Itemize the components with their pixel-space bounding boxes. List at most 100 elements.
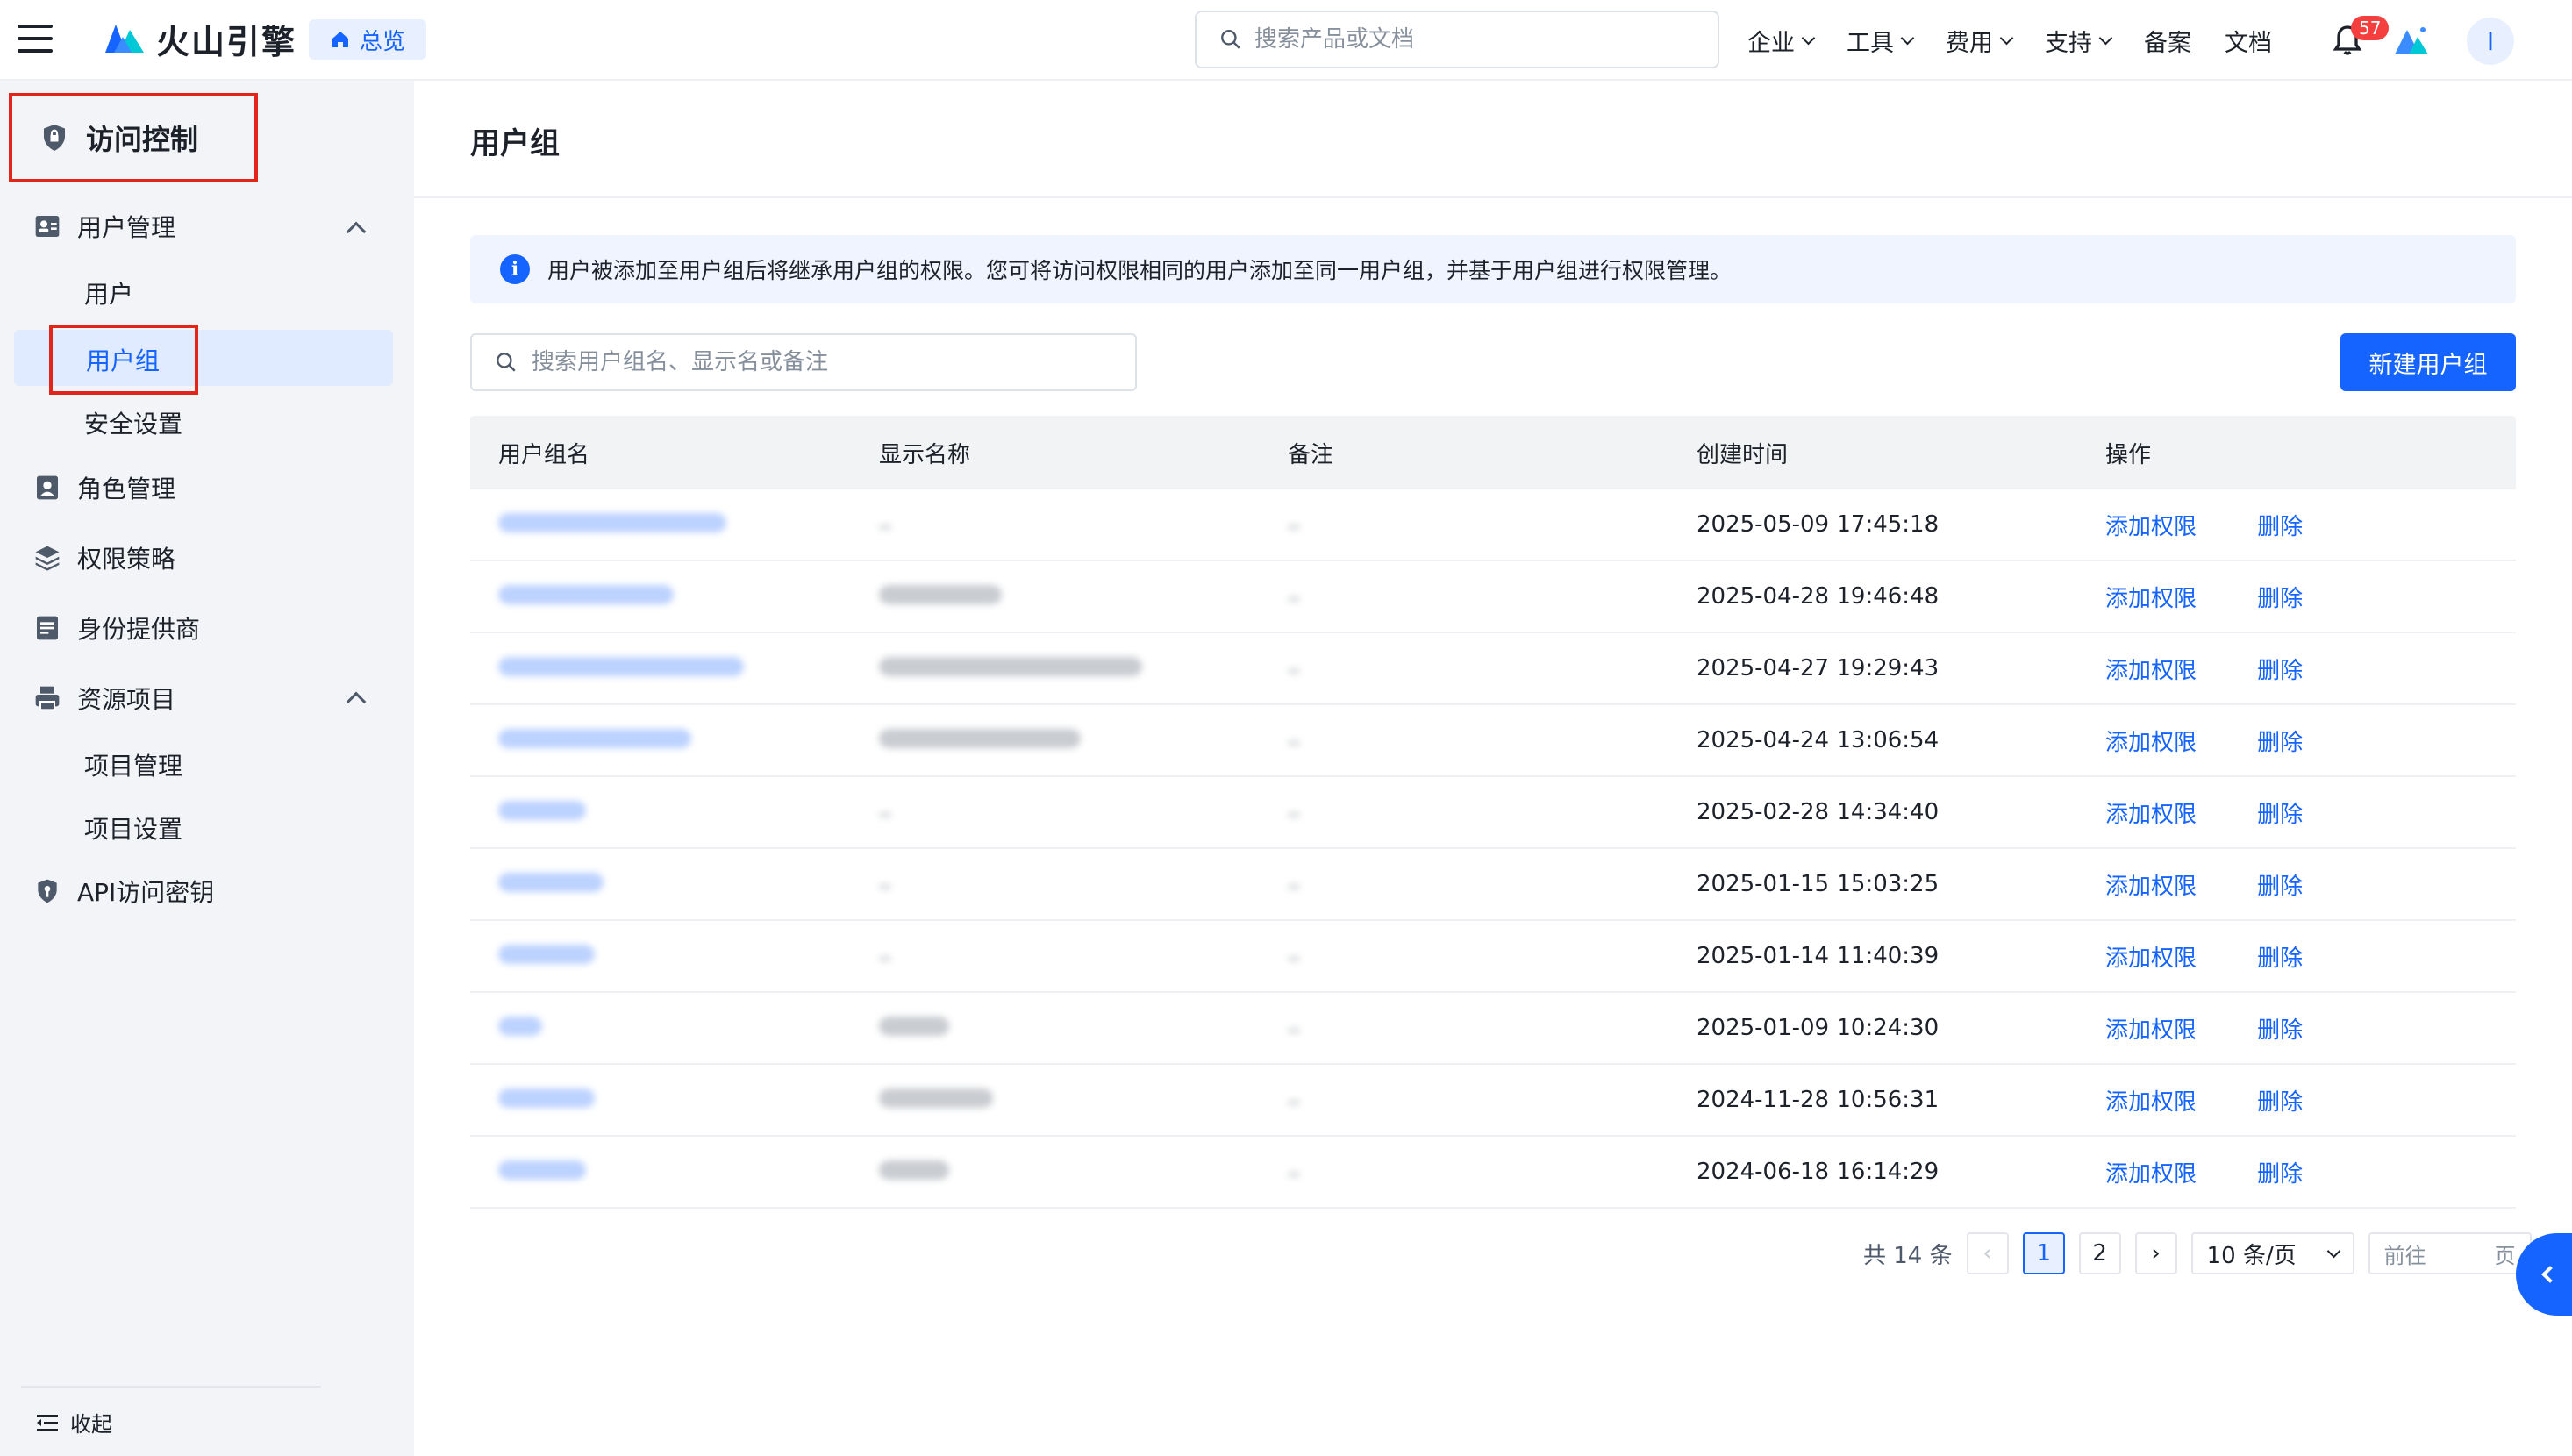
collapse-sidebar-button[interactable]: 收起 — [35, 1407, 112, 1438]
document-icon — [37, 616, 58, 640]
group-search-input[interactable] — [532, 349, 1128, 375]
delete-link[interactable]: 删除 — [2257, 1089, 2303, 1116]
add-permission-link[interactable]: 添加权限 — [2105, 1017, 2197, 1044]
cell-display-name — [879, 876, 1288, 893]
cell-created-time: 2025-04-24 13:06:54 — [1697, 727, 1940, 753]
new-user-group-button[interactable]: 新建用户组 — [2340, 333, 2516, 391]
page-size-select[interactable]: 10 条/页 — [2190, 1232, 2354, 1274]
sidebar-item-user-management[interactable]: 用户管理 — [33, 209, 175, 244]
add-permission-link[interactable]: 添加权限 — [2105, 874, 2197, 900]
shield-lock-icon — [44, 125, 65, 151]
redacted-remark — [1288, 739, 1300, 746]
delete-link[interactable]: 删除 — [2257, 1017, 2303, 1044]
add-permission-link[interactable]: 添加权限 — [2105, 802, 2197, 828]
home-icon — [332, 32, 348, 47]
redacted-group-name-link[interactable] — [498, 945, 595, 964]
nav-support[interactable]: 支持 — [2045, 24, 2113, 58]
menu-icon[interactable] — [18, 25, 53, 53]
page-1-button[interactable]: 1 — [2022, 1232, 2065, 1274]
sidebar-item-role-management[interactable]: 角色管理 — [33, 470, 175, 505]
cell-display-name — [879, 1088, 1288, 1111]
user-group-table: 用户组名 显示名称 备注 创建时间 操作 2025-05-09 17:45:18… — [470, 416, 2516, 1209]
table-row: 2025-05-09 17:45:18 添加权限 删除 — [470, 489, 2516, 561]
redacted-display-name — [879, 883, 891, 889]
add-permission-link[interactable]: 添加权限 — [2105, 1089, 2197, 1116]
nav-docs[interactable]: 文档 — [2225, 24, 2272, 58]
global-search-input[interactable] — [1254, 26, 1675, 53]
cell-group-name[interactable] — [470, 513, 879, 536]
delete-link[interactable]: 删除 — [2257, 514, 2303, 540]
sidebar-item-project-management[interactable]: 项目管理 — [84, 747, 182, 782]
redacted-group-name-link[interactable] — [498, 657, 744, 676]
avatar[interactable]: I — [2467, 18, 2514, 65]
column-remark: 备注 — [1288, 441, 1334, 468]
redacted-remark — [1288, 1099, 1300, 1105]
sidebar-item-project-settings[interactable]: 项目设置 — [84, 810, 182, 846]
cell-group-name[interactable] — [470, 801, 879, 824]
page-2-button[interactable]: 2 — [2078, 1232, 2121, 1274]
global-search[interactable] — [1195, 11, 1719, 68]
prev-page-button[interactable]: ‹ — [1966, 1232, 2009, 1274]
cell-remark — [1288, 660, 1697, 677]
sidebar-title: 访问控制 — [9, 93, 258, 182]
redacted-group-name-link[interactable] — [498, 801, 586, 820]
sidebar-item-users[interactable]: 用户 — [84, 275, 133, 310]
delete-link[interactable]: 删除 — [2257, 730, 2303, 756]
add-permission-link[interactable]: 添加权限 — [2105, 658, 2197, 684]
top-nav: 企业 工具 费用 支持 备案 文档 — [1747, 0, 2305, 81]
group-search[interactable] — [470, 333, 1137, 391]
cell-group-name[interactable] — [470, 945, 879, 967]
sidebar-item-resource-projects[interactable]: 资源项目 — [33, 681, 175, 716]
cell-group-name[interactable] — [470, 1160, 879, 1183]
redacted-remark — [1288, 883, 1300, 889]
redacted-group-name-link[interactable] — [498, 1088, 595, 1108]
printer-icon — [35, 686, 60, 711]
cell-actions: 添加权限 删除 — [2105, 1156, 2516, 1188]
brand-logo[interactable]: 火山引擎 — [104, 16, 296, 61]
nav-filing[interactable]: 备案 — [2144, 24, 2191, 58]
goto-page-input[interactable]: 前往 页 — [2368, 1232, 2532, 1274]
redacted-remark — [1288, 1027, 1300, 1033]
redacted-group-name-link[interactable] — [498, 585, 674, 604]
redacted-group-name-link[interactable] — [498, 873, 604, 892]
delete-link[interactable]: 删除 — [2257, 1161, 2303, 1188]
next-page-button[interactable]: › — [2134, 1232, 2177, 1274]
delete-link[interactable]: 删除 — [2257, 802, 2303, 828]
chevron-up-icon[interactable] — [346, 221, 367, 242]
overview-button[interactable]: 总览 — [309, 19, 427, 60]
add-permission-link[interactable]: 添加权限 — [2105, 586, 2197, 612]
delete-link[interactable]: 删除 — [2257, 946, 2303, 972]
redacted-group-name-link[interactable] — [498, 1160, 586, 1180]
cell-group-name[interactable] — [470, 657, 879, 680]
redacted-group-name-link[interactable] — [498, 513, 726, 532]
cell-group-name[interactable] — [470, 729, 879, 752]
cell-group-name[interactable] — [470, 1017, 879, 1039]
info-alert: i 用户被添加至用户组后将继承用户组的权限。您可将访问权限相同的用户添加至同一用… — [470, 235, 2516, 303]
add-permission-link[interactable]: 添加权限 — [2105, 730, 2197, 756]
nav-enterprise[interactable]: 企业 — [1747, 24, 1816, 58]
add-permission-link[interactable]: 添加权限 — [2105, 514, 2197, 540]
cell-group-name[interactable] — [470, 873, 879, 896]
cell-remark — [1288, 1164, 1697, 1181]
redacted-group-name-link[interactable] — [498, 729, 691, 748]
sidebar-item-identity-providers[interactable]: 身份提供商 — [33, 610, 200, 646]
nav-billing[interactable]: 费用 — [1946, 24, 2014, 58]
chevron-up-icon[interactable] — [346, 691, 367, 712]
nav-tools[interactable]: 工具 — [1847, 24, 1915, 58]
add-permission-link[interactable]: 添加权限 — [2105, 1161, 2197, 1188]
cell-display-name — [879, 804, 1288, 821]
sidebar-item-policies[interactable]: 权限策略 — [33, 540, 175, 575]
add-permission-link[interactable]: 添加权限 — [2105, 946, 2197, 972]
sidebar-item-user-groups[interactable]: 用户组 — [49, 325, 198, 395]
delete-link[interactable]: 删除 — [2257, 658, 2303, 684]
delete-link[interactable]: 删除 — [2257, 874, 2303, 900]
table-row: 2025-04-24 13:06:54 添加权限 删除 — [470, 705, 2516, 777]
assistant-icon[interactable] — [2395, 25, 2430, 56]
cell-group-name[interactable] — [470, 585, 879, 608]
delete-link[interactable]: 删除 — [2257, 586, 2303, 612]
redacted-group-name-link[interactable] — [498, 1017, 542, 1036]
cell-group-name[interactable] — [470, 1088, 879, 1111]
sidebar-item-api-keys[interactable]: API访问密钥 — [33, 874, 214, 909]
sidebar-item-security[interactable]: 安全设置 — [84, 405, 182, 440]
cell-display-name — [879, 517, 1288, 533]
